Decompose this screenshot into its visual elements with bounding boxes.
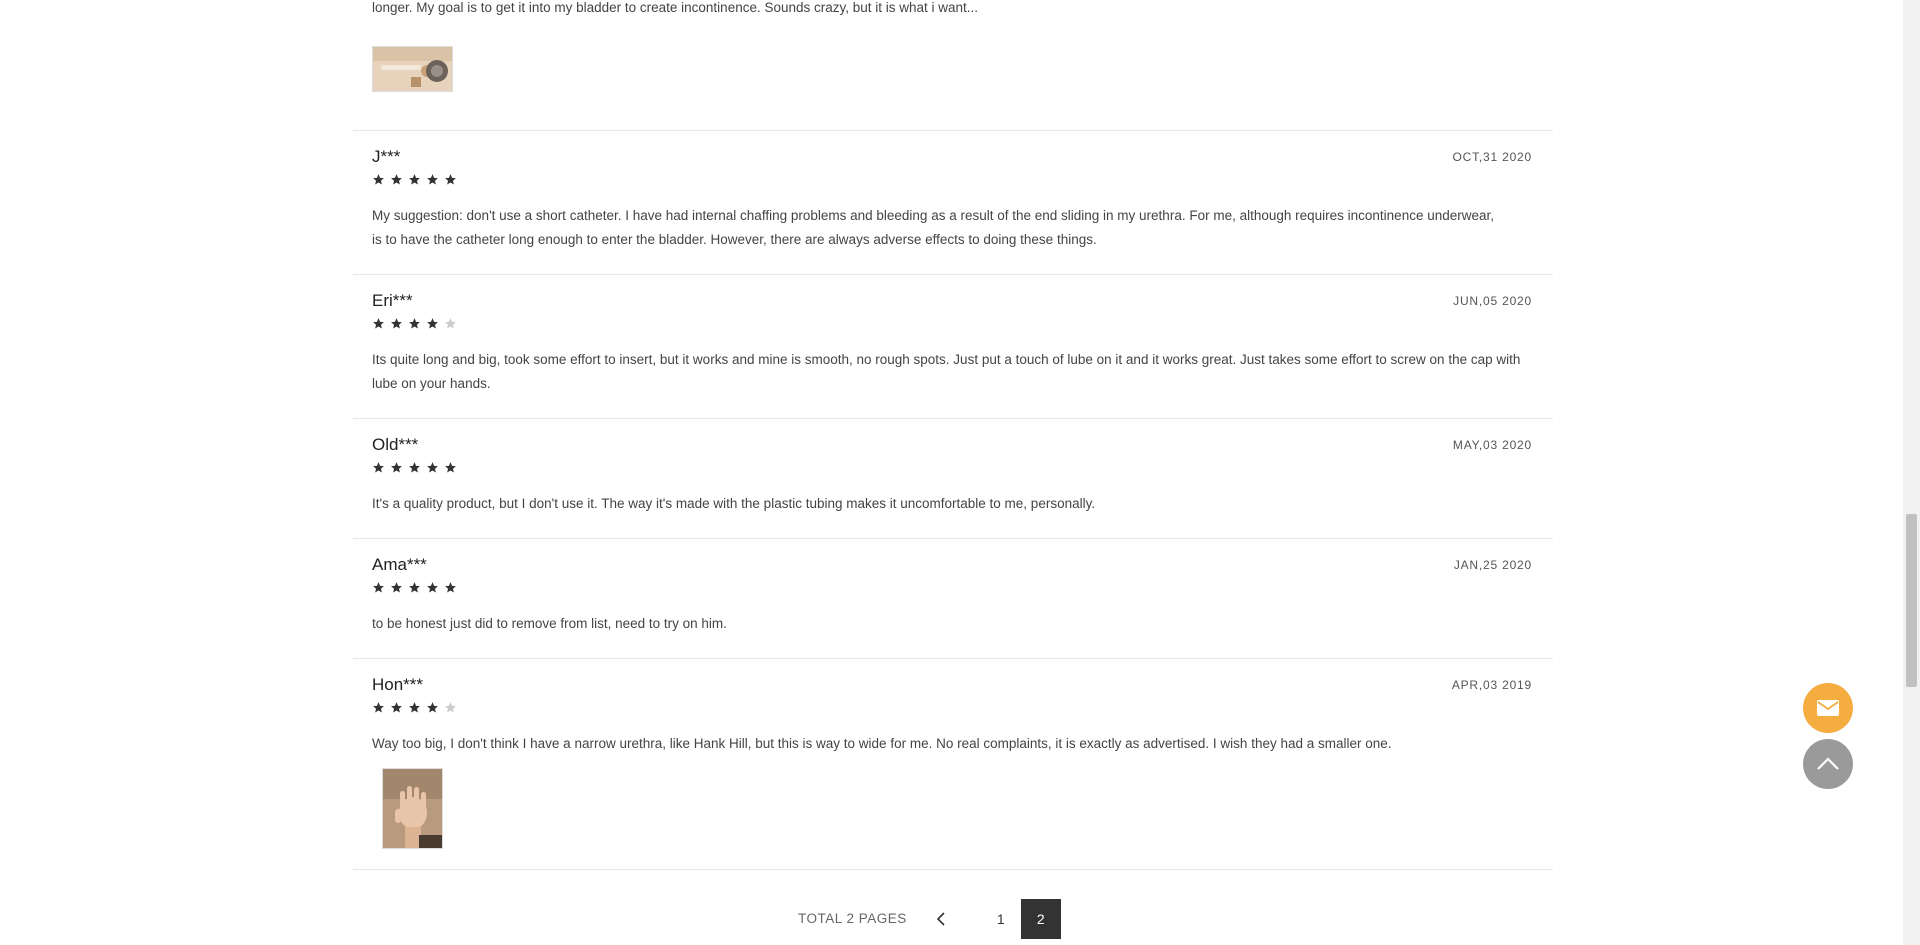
star-filled-icon: [373, 318, 384, 329]
star-filled-icon: [427, 462, 438, 473]
contact-mail-button[interactable]: [1803, 683, 1853, 733]
reviewer-name: Eri***: [372, 291, 413, 310]
review-date: APR,03 2019: [1451, 678, 1532, 692]
star-rating: [372, 461, 457, 474]
page-1-button[interactable]: 1: [981, 899, 1021, 939]
star-rating: [372, 173, 457, 186]
review-item: J*** OCT,31 2020 My suggestion: don't us…: [353, 130, 1553, 275]
review-photo-thumbnail[interactable]: [382, 768, 443, 849]
star-filled-icon: [409, 702, 420, 713]
review-text: longer. My goal is to get it into my bla…: [372, 0, 979, 15]
review-photo-thumbnail[interactable]: [372, 46, 453, 92]
back-to-top-button[interactable]: [1803, 739, 1853, 789]
star-filled-icon: [445, 174, 456, 185]
star-filled-icon: [409, 462, 420, 473]
review-item: Eri*** JUN,05 2020 Its quite long and bi…: [353, 274, 1553, 419]
star-filled-icon: [391, 174, 402, 185]
reviewer-name: Hon***: [372, 675, 424, 694]
envelope-icon: [1817, 700, 1839, 716]
review-date: JUN,05 2020: [1453, 294, 1532, 308]
star-rating: [372, 317, 457, 330]
page-2-button[interactable]: 2: [1020, 898, 1061, 939]
review-text: Its quite long and big, took some effort…: [372, 352, 1521, 391]
star-filled-icon: [373, 582, 384, 593]
star-rating: [372, 701, 457, 714]
star-filled-icon: [409, 318, 420, 329]
star-empty-icon: [445, 318, 456, 329]
star-filled-icon: [409, 582, 420, 593]
star-filled-icon: [373, 174, 384, 185]
scrollbar-thumb[interactable]: [1906, 514, 1917, 687]
prev-page-button[interactable]: [931, 909, 951, 929]
star-empty-icon: [445, 702, 456, 713]
star-filled-icon: [445, 582, 456, 593]
star-filled-icon: [409, 174, 420, 185]
chevron-left-icon: [936, 911, 945, 926]
page-scrollbar[interactable]: [1903, 0, 1920, 945]
star-rating: [372, 581, 457, 594]
review-text: Way too big, I don't think I have a narr…: [372, 736, 1392, 751]
star-filled-icon: [391, 462, 402, 473]
star-filled-icon: [427, 582, 438, 593]
reviewer-name: Old***: [372, 435, 419, 454]
review-item: Ama*** JAN,25 2020 to be honest just did…: [353, 538, 1553, 659]
star-filled-icon: [427, 702, 438, 713]
review-date: JAN,25 2020: [1453, 558, 1532, 572]
review-text: My suggestion: don't use a short cathete…: [372, 208, 1495, 247]
review-item: Old*** MAY,03 2020 It's a quality produc…: [353, 418, 1553, 539]
star-filled-icon: [391, 582, 402, 593]
review-text: to be honest just did to remove from lis…: [372, 616, 727, 631]
star-filled-icon: [391, 702, 402, 713]
star-filled-icon: [427, 174, 438, 185]
star-filled-icon: [445, 462, 456, 473]
review-item: Hon*** APR,03 2019 Way too big, I don't …: [353, 658, 1553, 870]
chevron-up-icon: [1817, 757, 1839, 770]
review-text: It's a quality product, but I don't use …: [372, 496, 1096, 511]
star-filled-icon: [373, 462, 384, 473]
pagination: TOTAL 2 PAGES 1 2: [798, 898, 1061, 939]
review-item: longer. My goal is to get it into my bla…: [353, 0, 1553, 131]
review-date: MAY,03 2020: [1452, 438, 1532, 452]
reviewer-name: Ama***: [372, 555, 427, 574]
star-filled-icon: [373, 702, 384, 713]
star-filled-icon: [427, 318, 438, 329]
reviewer-name: J***: [372, 147, 401, 166]
star-filled-icon: [391, 318, 402, 329]
pagination-total-label: TOTAL 2 PAGES: [798, 911, 907, 926]
review-date: OCT,31 2020: [1452, 150, 1532, 164]
